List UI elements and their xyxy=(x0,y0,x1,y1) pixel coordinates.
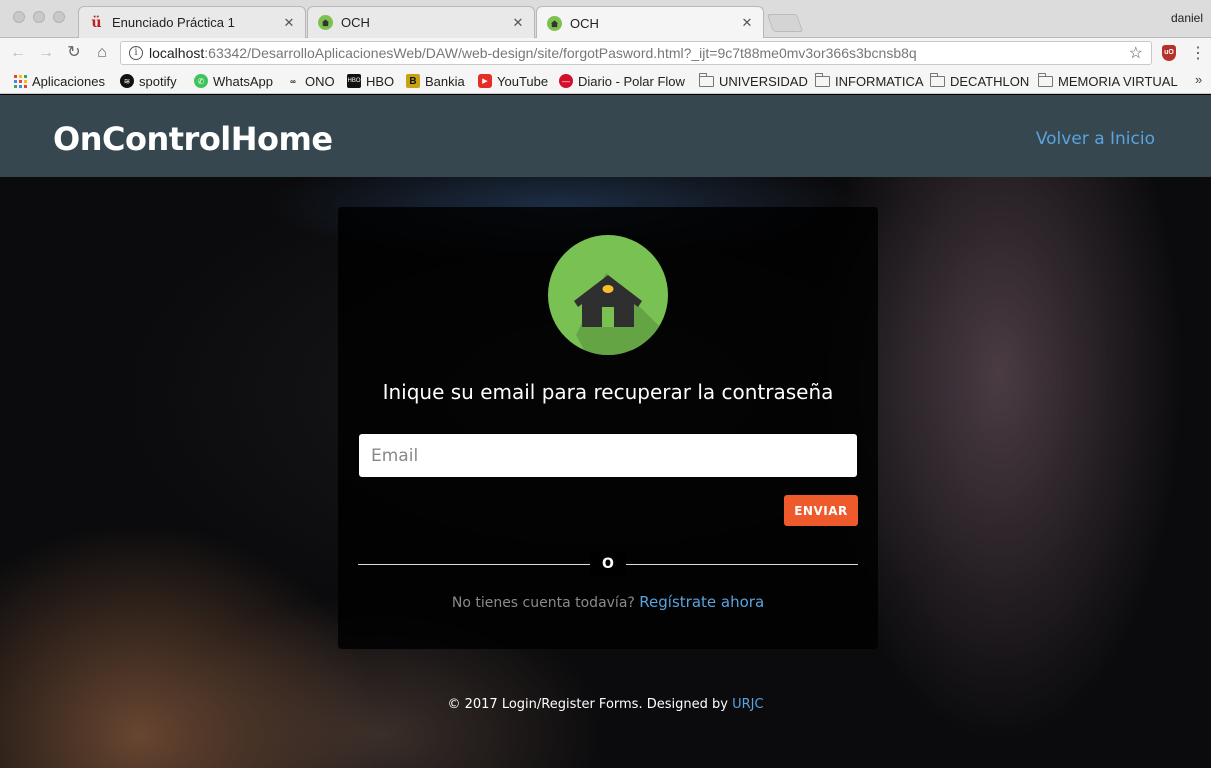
bookmark-hbo[interactable]: HBO HBO xyxy=(347,72,394,90)
bookmark-label: MEMORIA VIRTUAL xyxy=(1058,73,1178,89)
hbo-icon: HBO xyxy=(347,74,361,88)
bookmark-whatsapp[interactable]: ✆ WhatsApp xyxy=(194,72,273,90)
tab-title: Enunciado Práctica 1 xyxy=(112,15,235,30)
bookmark-folder-memoria-virtual[interactable]: MEMORIA VIRTUAL xyxy=(1038,72,1178,90)
new-tab-button[interactable] xyxy=(766,14,804,32)
youtube-icon: ▶ xyxy=(478,74,492,88)
page-footer: © 2017 Login/Register Forms. Designed by… xyxy=(0,697,1211,712)
bookmark-spotify[interactable]: ≋ spotify xyxy=(120,72,177,90)
folder-icon xyxy=(815,72,830,87)
bookmark-ono[interactable]: ∞ ONO xyxy=(286,72,335,90)
bookmark-label: Bankia xyxy=(425,73,465,89)
bookmarks-bar: Aplicaciones ≋ spotify ✆ WhatsApp ∞ ONO … xyxy=(0,68,1211,94)
info-icon[interactable]: i xyxy=(129,46,143,60)
forward-arrow-icon[interactable]: → xyxy=(36,43,56,63)
bookmark-label: Diario - Polar Flow xyxy=(578,73,685,89)
site-navbar: OnControlHome Volver a Inicio xyxy=(0,95,1211,177)
forgot-password-card: Inique su email para recuperar la contra… xyxy=(338,207,878,649)
bookmark-label: WhatsApp xyxy=(213,73,273,89)
bookmark-youtube[interactable]: ▶ YouTube xyxy=(478,72,548,90)
maximize-window-button[interactable] xyxy=(53,11,65,23)
signup-prompt: No tienes cuenta todavía? Regístrate aho… xyxy=(338,593,878,611)
home-icon[interactable]: ⌂ xyxy=(92,43,112,63)
page-viewport: OnControlHome Volver a Inicio Inique su … xyxy=(0,95,1211,768)
bookmark-folder-informatica[interactable]: INFORMATICA xyxy=(815,72,924,90)
url-path: :63342/DesarrolloAplicacionesWeb/DAW/web… xyxy=(204,45,917,61)
reload-icon[interactable]: ↻ xyxy=(64,43,84,63)
email-input[interactable] xyxy=(359,434,857,477)
browser-tab-bar: ü Enunciado Práctica 1 ✕ OCH ✕ OCH ✕ dan… xyxy=(0,0,1211,39)
bookmark-star-icon[interactable]: ☆ xyxy=(1129,43,1143,63)
bookmark-label: HBO xyxy=(366,73,395,89)
more-bookmarks-icon[interactable]: » xyxy=(1195,72,1202,87)
recovery-prompt: Inique su email para recuperar la contra… xyxy=(382,380,834,404)
browser-tab-och[interactable]: OCH ✕ xyxy=(307,6,535,38)
ublock-extension-icon[interactable]: uO xyxy=(1162,45,1176,61)
brand-logo-text[interactable]: OnControlHome xyxy=(53,120,333,158)
spotify-icon: ≋ xyxy=(120,74,134,88)
browser-menu-icon[interactable]: ⋮ xyxy=(1190,43,1206,63)
close-tab-icon[interactable]: ✕ xyxy=(739,15,755,31)
urjc-icon: ü xyxy=(91,14,102,31)
bookmark-label: UNIVERSIDAD xyxy=(719,73,808,89)
close-tab-icon[interactable]: ✕ xyxy=(281,15,297,31)
url-host: localhost xyxy=(149,45,205,61)
footer-text: © 2017 Login/Register Forms. Designed by xyxy=(447,697,728,712)
ono-icon: ∞ xyxy=(290,76,296,86)
or-separator: O xyxy=(590,552,626,576)
folder-icon xyxy=(1038,72,1053,87)
minimize-window-button[interactable] xyxy=(33,11,45,23)
close-tab-icon[interactable]: ✕ xyxy=(510,15,526,31)
tab-title: OCH xyxy=(570,15,599,31)
bookmark-folder-universidad[interactable]: UNIVERSIDAD xyxy=(699,72,808,90)
bookmark-label: Aplicaciones xyxy=(32,73,105,89)
bookmark-folder-decathlon[interactable]: DECATHLON xyxy=(930,72,1029,90)
house-icon xyxy=(548,235,668,355)
send-button[interactable]: ENVIAR xyxy=(784,495,858,526)
back-to-home-link[interactable]: Volver a Inicio xyxy=(1036,129,1155,149)
whatsapp-icon: ✆ xyxy=(194,74,208,88)
browser-tab-och-active[interactable]: OCH ✕ xyxy=(536,6,764,39)
bookmark-label: YouTube xyxy=(497,73,549,89)
bookmark-polar-flow[interactable]: — Diario - Polar Flow xyxy=(559,72,685,90)
house-icon xyxy=(547,15,562,31)
footer-urjc-link[interactable]: URJC xyxy=(732,697,763,712)
tab-title: OCH xyxy=(341,15,370,30)
bookmark-aplicaciones[interactable]: Aplicaciones xyxy=(13,72,105,90)
house-icon xyxy=(318,15,333,30)
folder-icon xyxy=(930,72,945,87)
bookmark-label: spotify xyxy=(139,73,177,89)
address-toolbar: ← → ↻ ⌂ i localhost :63342/DesarrolloApl… xyxy=(0,38,1211,68)
bookmark-label: ONO xyxy=(305,73,335,89)
close-window-button[interactable] xyxy=(13,11,25,23)
polar-icon: — xyxy=(559,74,573,88)
back-arrow-icon[interactable]: ← xyxy=(8,43,28,63)
bookmark-label: DECATHLON xyxy=(950,73,1030,89)
apps-grid-icon xyxy=(13,74,27,88)
folder-icon xyxy=(699,72,714,87)
address-bar[interactable]: i localhost :63342/DesarrolloAplicacione… xyxy=(120,41,1152,65)
bookmark-label: INFORMATICA xyxy=(835,73,924,89)
bankia-icon: B xyxy=(406,74,420,88)
browser-tab-enunciado[interactable]: ü Enunciado Práctica 1 ✕ xyxy=(78,6,306,38)
bookmark-bankia[interactable]: B Bankia xyxy=(406,72,465,90)
profile-name[interactable]: daniel xyxy=(1171,11,1203,25)
register-link[interactable]: Regístrate ahora xyxy=(639,593,764,611)
no-account-text: No tienes cuenta todavía? xyxy=(451,595,635,611)
